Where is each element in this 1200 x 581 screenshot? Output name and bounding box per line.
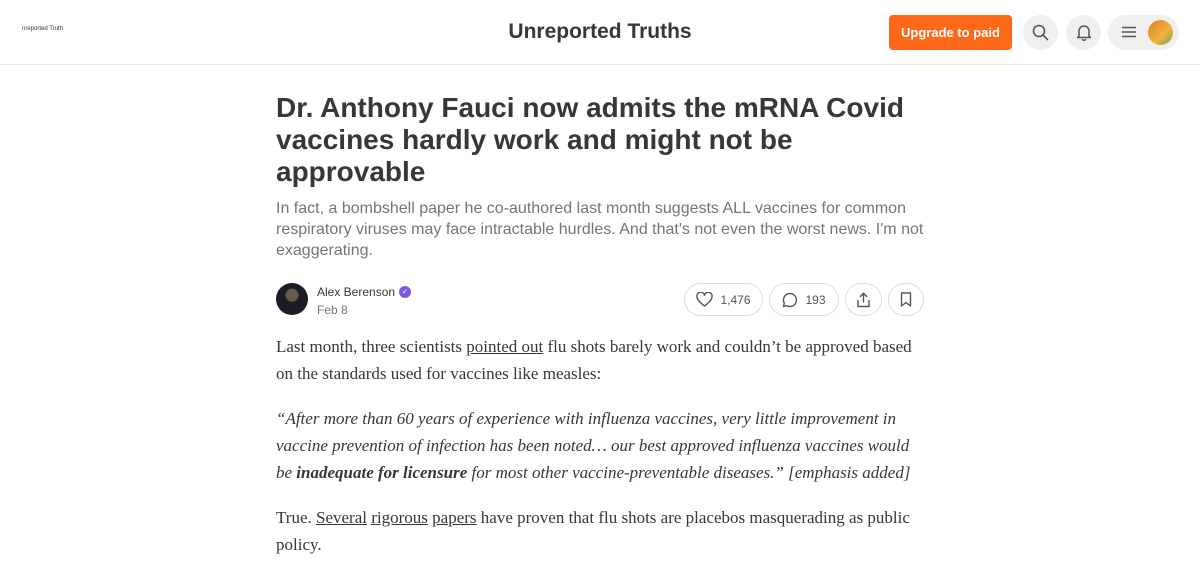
search-icon (1032, 24, 1049, 41)
comment-button[interactable]: 193 (769, 283, 839, 316)
article-body: Last month, three scientists pointed out… (276, 333, 926, 558)
upgrade-button[interactable]: Upgrade to paid (889, 15, 1012, 50)
bell-icon (1076, 25, 1091, 41)
text-segment: True. (276, 508, 316, 527)
link-several[interactable]: Several (316, 508, 367, 527)
bookmark-icon (900, 292, 912, 307)
comment-count: 193 (805, 292, 826, 307)
share-button[interactable] (845, 283, 882, 316)
text-segment: Last month, three scientists (276, 337, 467, 356)
author-avatar[interactable] (276, 283, 308, 315)
publication-title[interactable]: Unreported Truths (0, 20, 1200, 44)
user-avatar[interactable] (1148, 20, 1173, 45)
bookmark-button[interactable] (888, 283, 924, 316)
link-papers[interactable]: papers (432, 508, 476, 527)
emphasis-text: inadequate for licensure (296, 463, 468, 482)
share-icon (857, 292, 870, 307)
post-date: Feb 8 (317, 303, 348, 317)
top-navigation-bar: nreported Truth Unreported Truths Upgrad… (0, 0, 1200, 65)
heart-icon (696, 292, 714, 307)
like-count: 1,476 (720, 292, 751, 307)
link-rigorous[interactable]: rigorous (371, 508, 428, 527)
article-subtitle: In fact, a bombshell paper he co-authore… (276, 200, 924, 259)
paragraph-1: Last month, three scientists pointed out… (276, 333, 926, 387)
menu-icon (1122, 26, 1136, 38)
notifications-button[interactable] (1066, 15, 1101, 50)
text-segment: for most other vaccine-preventable disea… (467, 463, 911, 482)
block-quote: “After more than 60 years of experience … (276, 405, 926, 486)
author-name[interactable]: Alex Berenson (317, 285, 395, 299)
article-title: Dr. Anthony Fauci now admits the mRNA Co… (276, 92, 904, 187)
paragraph-2: True. Several rigorous papers have prove… (276, 504, 926, 558)
like-button[interactable]: 1,476 (684, 283, 763, 316)
byline: Alex Berenson ✓ Feb 8 1,476 193 (276, 283, 926, 323)
article: Dr. Anthony Fauci now admits the mRNA Co… (276, 92, 926, 576)
verified-icon: ✓ (399, 286, 411, 298)
menu-button[interactable] (1108, 15, 1179, 50)
search-button[interactable] (1023, 15, 1058, 50)
comment-icon (783, 292, 798, 307)
link-pointed-out[interactable]: pointed out (466, 337, 543, 356)
